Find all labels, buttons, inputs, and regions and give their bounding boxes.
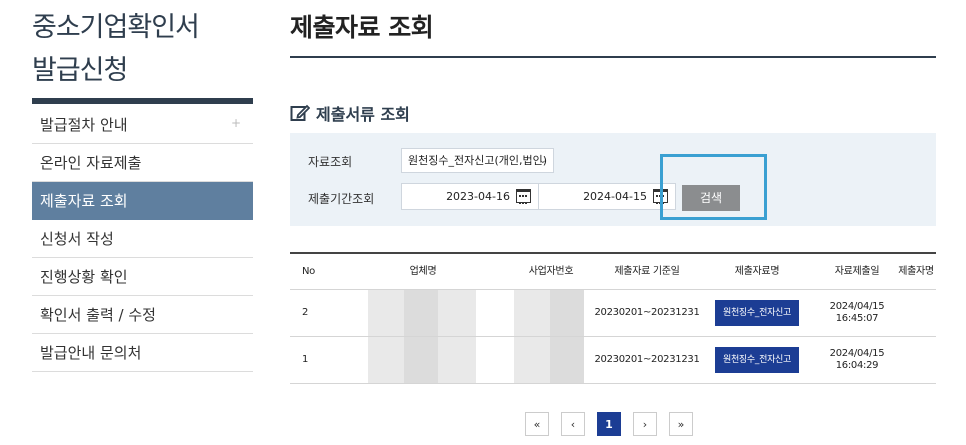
col-submit-date: 자료제출일 [834,265,880,277]
redacted-company [368,337,404,383]
data-type-value: 원천징수_전자신고(개인,법인) [408,154,548,167]
sidebar-item-application-form[interactable]: 신청서 작성 [32,220,253,258]
edit-icon [290,104,310,121]
section-title-label: 제출서류 조회 [316,105,410,124]
col-company: 업체명 [409,265,437,277]
submit-date: 2024/04/15 [829,301,885,312]
sidebar-divider [32,98,253,104]
pagination: « ‹ 1 › » [525,412,693,436]
last-page-button[interactable]: » [669,412,693,436]
table-header: No 업체명 사업자번호 제출자료 기준일 제출자료명 자료제출일 제출자명 [290,252,936,290]
sidebar-item-process-guide[interactable]: 발급절차 안내 + [32,106,253,144]
doc-name-button[interactable]: 원천징수_전자신고 [714,300,800,326]
search-button-highlight [660,154,767,220]
sidebar-item-label: 온라인 자료제출 [40,154,142,172]
sidebar-item-label: 제출자료 조회 [40,192,128,210]
date-from-value: 2023-04-16 [446,190,510,203]
table-row[interactable]: 1 20230201~20231231 원천징수_전자신고 2024/04/15… [290,337,936,384]
sidebar-title: 중소기업확인서 발급신청 [32,6,262,92]
redacted-company [368,290,404,336]
sidebar-title-line2: 발급신청 [32,55,128,86]
title-divider [290,56,936,58]
sidebar-item-progress-check[interactable]: 진행상황 확인 [32,258,253,296]
chevron-down-icon: ⌄ [538,155,547,166]
sidebar-item-label: 발급안내 문의처 [40,344,142,362]
date-to-field[interactable]: 2024-04-15 [538,183,676,210]
redacted-company [404,337,438,383]
data-type-label: 자료조회 [308,155,353,169]
redacted-company [438,337,476,383]
section-title: 제출서류 조회 [290,101,410,125]
row-base-period: 20230201~20231231 [594,307,700,318]
submit-time: 16:45:07 [835,313,879,324]
table-row[interactable]: 2 20230201~20231231 원천징수_전자신고 2024/04/15… [290,290,936,337]
row-doc: 원천징수_전자신고 [702,337,812,383]
redacted-biz-number [514,337,550,383]
submission-table: No 업체명 사업자번호 제출자료 기준일 제출자료명 자료제출일 제출자명 2… [290,252,936,384]
col-submitter: 제출자명 [898,265,934,277]
col-doc-name: 제출자료명 [734,265,780,277]
date-from-field[interactable]: 2023-04-16 [401,183,539,210]
col-biz-number: 사업자번호 [528,265,574,277]
row-doc: 원천징수_전자신고 [702,290,812,336]
sidebar-title-line1: 중소기업확인서 [32,12,200,43]
col-no: No [302,265,315,277]
redacted-biz-number [550,290,584,336]
submit-time: 16:04:29 [835,360,879,371]
prev-page-button[interactable]: ‹ [561,412,585,436]
current-page-button[interactable]: 1 [597,412,621,436]
page-title: 제출자료 조회 [290,13,434,42]
sidebar-item-label: 발급절차 안내 [40,116,128,134]
sidebar-item-contact[interactable]: 발급안내 문의처 [32,334,253,372]
row-no: 2 [302,307,309,318]
row-base-period: 20230201~20231231 [594,354,700,365]
redacted-biz-number [514,290,550,336]
first-page-button[interactable]: « [525,412,549,436]
expand-icon[interactable]: + [231,116,241,130]
row-submit-date: 2024/04/15 16:45:07 [820,290,894,336]
col-base-date: 제출자료 기준일 [614,265,680,277]
sidebar-item-online-submit[interactable]: 온라인 자료제출 [32,144,253,182]
sidebar-item-submission-inquiry[interactable]: 제출자료 조회 [32,182,253,220]
data-type-select[interactable]: 원천징수_전자신고(개인,법인) ⌄ [401,148,554,173]
sidebar-item-label: 신청서 작성 [40,230,114,248]
sidebar-item-label: 확인서 출력 / 수정 [40,306,156,324]
search-panel: 자료조회 원천징수_전자신고(개인,법인) ⌄ 제출기간조회 2023-04-1… [290,133,936,226]
row-no: 1 [302,354,309,365]
redacted-biz-number [550,337,584,383]
submit-date: 2024/04/15 [829,348,885,359]
calendar-icon[interactable] [516,189,531,204]
sidebar-nav: 발급절차 안내 + 온라인 자료제출 제출자료 조회 신청서 작성 진행상황 확… [32,106,253,372]
sidebar-item-label: 진행상황 확인 [40,268,128,286]
redacted-company [404,290,438,336]
row-submit-date: 2024/04/15 16:04:29 [820,337,894,383]
sidebar-item-certificate-print[interactable]: 확인서 출력 / 수정 [32,296,253,334]
redacted-company [438,290,476,336]
date-to-value: 2024-04-15 [583,190,647,203]
next-page-button[interactable]: › [633,412,657,436]
doc-name-button[interactable]: 원천징수_전자신고 [714,347,800,373]
period-label: 제출기간조회 [308,192,375,206]
